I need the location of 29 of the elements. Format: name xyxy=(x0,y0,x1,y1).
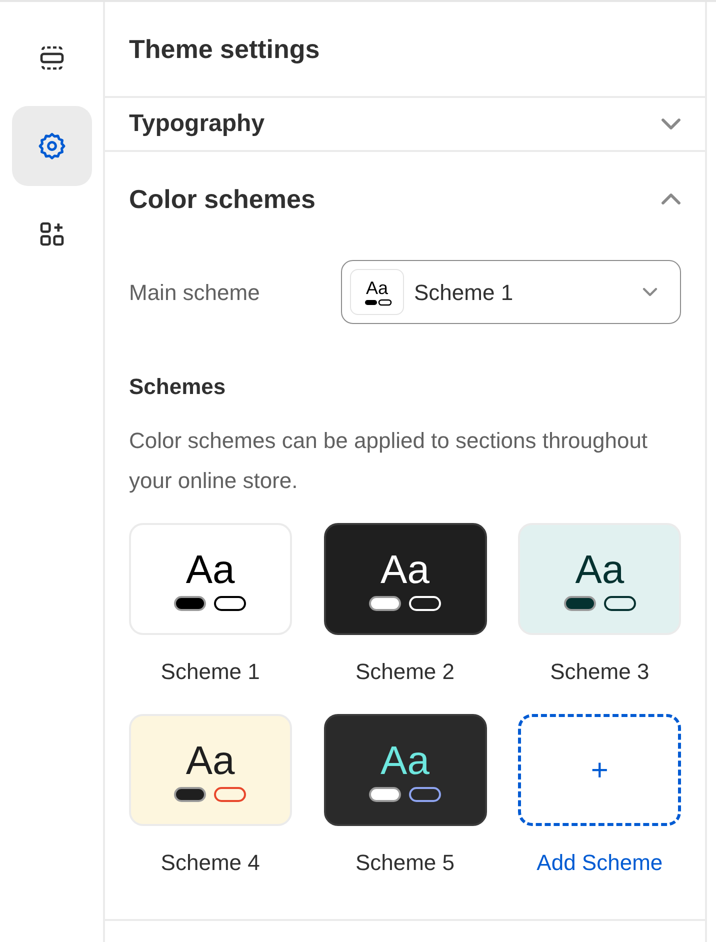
field-label: Main scheme xyxy=(129,278,260,306)
settings-icon xyxy=(36,131,66,161)
sample-text: Aa xyxy=(186,548,235,592)
subsection-title: Schemes xyxy=(129,373,227,401)
scheme-card[interactable]: Aa xyxy=(324,714,486,826)
apps-add-icon xyxy=(38,220,66,248)
rail-tab[interactable] xyxy=(12,106,92,186)
sections-icon xyxy=(38,44,66,72)
scheme-name: Scheme 2 xyxy=(355,658,455,686)
scheme-dropdown[interactable]: Aa Scheme 1 xyxy=(341,260,681,324)
section-title[interactable]: Color schemes xyxy=(129,180,316,218)
sample-text: Aa xyxy=(380,738,430,782)
scheme-card[interactable]: Aa xyxy=(324,523,486,635)
section-title[interactable]: Typography xyxy=(129,109,265,139)
scheme-card[interactable]: Aa xyxy=(518,523,682,635)
sample-text: Aa xyxy=(380,548,430,592)
scheme-card[interactable]: Aa xyxy=(128,523,292,635)
add-scheme-card[interactable]: + xyxy=(518,714,682,826)
sample-text: Aa xyxy=(575,548,624,592)
scheme-card[interactable]: Aa xyxy=(128,714,292,826)
scheme-name: Scheme 5 xyxy=(355,849,455,877)
description-text: Color schemes can be applied to sections throughout your online store. xyxy=(129,427,649,495)
sample-text: Aa xyxy=(186,738,235,782)
scheme-preview-icon: Aa xyxy=(350,269,404,315)
scheme-name: Scheme 4 xyxy=(160,849,260,877)
scheme-name: Scheme 1 xyxy=(160,658,260,686)
panel-title: Theme settings xyxy=(129,32,320,66)
scheme-name: Scheme 3 xyxy=(550,658,650,686)
add-scheme-link[interactable]: Add Scheme xyxy=(536,846,663,879)
